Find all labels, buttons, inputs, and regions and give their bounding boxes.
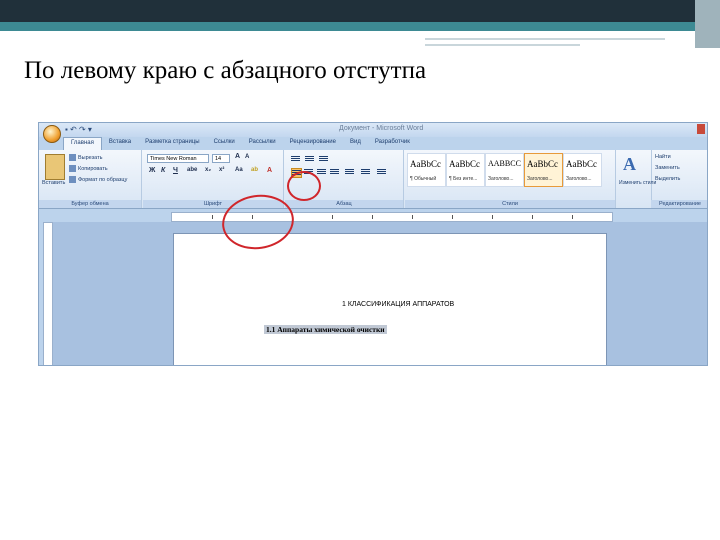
ribbon: Вставить Вырезать Копировать Формат по о… xyxy=(39,150,707,209)
title-bar: ▪ ↶ ↷ ▾ Документ - Microsoft Word xyxy=(39,123,707,137)
bullets-icon[interactable] xyxy=(291,155,300,163)
find-button[interactable]: Найти xyxy=(655,154,671,160)
change-styles-group: A Изменить стили xyxy=(617,150,656,208)
copy-button[interactable]: Копировать xyxy=(69,165,108,172)
font-size-select[interactable]: 14 xyxy=(212,154,230,163)
style-name: Заголово... xyxy=(566,176,592,182)
font-color-icon[interactable]: A xyxy=(267,167,272,174)
style-sample: AABBCC xyxy=(488,159,521,168)
paragraph-group-label: Абзац xyxy=(285,200,403,208)
style-sample: AaBbCc xyxy=(410,159,441,169)
style-no-spacing[interactable]: AaBbCc ¶ Без инте... xyxy=(446,153,485,187)
copy-label: Копировать xyxy=(78,165,108,172)
copy-icon xyxy=(69,165,76,172)
styles-group: AaBbCc ¶ Обычный AaBbCc ¶ Без инте... AA… xyxy=(405,150,616,208)
style-name: Заголово... xyxy=(527,176,553,182)
style-sample: AaBbCc xyxy=(449,159,480,169)
vertical-ruler[interactable] xyxy=(43,222,53,365)
superscript-icon[interactable]: x² xyxy=(219,167,224,173)
tab-insert[interactable]: Вставка xyxy=(102,137,138,150)
line-spacing-icon[interactable] xyxy=(345,168,354,176)
tab-references[interactable]: Ссылки xyxy=(207,137,242,150)
document-heading: 1 КЛАССИФИКАЦИЯ АППАРАТОВ xyxy=(342,301,455,308)
italic-icon[interactable]: К xyxy=(161,167,165,174)
shading-icon[interactable] xyxy=(361,168,370,176)
format-painter-button[interactable]: Формат по образцу xyxy=(69,176,127,183)
window-title: Документ - Microsoft Word xyxy=(339,125,424,132)
change-case-icon[interactable]: Aa xyxy=(235,167,243,173)
styles-group-label: Стили xyxy=(405,200,615,208)
paste-button[interactable]: Вставить xyxy=(42,180,65,186)
replace-button[interactable]: Заменить xyxy=(655,165,680,171)
editing-group: Найти Заменить Выделить Редактирование xyxy=(651,150,707,208)
scissors-icon xyxy=(69,154,76,161)
numbering-icon[interactable] xyxy=(305,155,314,163)
borders-icon[interactable] xyxy=(377,168,386,176)
word-screenshot: ▪ ↶ ↷ ▾ Документ - Microsoft Word Главна… xyxy=(38,122,708,366)
slide-deco-line xyxy=(425,38,665,40)
clipboard-group-label: Буфер обмена xyxy=(39,200,141,208)
style-name: ¶ Без инте... xyxy=(449,176,478,182)
multilevel-list-icon[interactable] xyxy=(319,155,328,163)
tab-mailings[interactable]: Рассылки xyxy=(242,137,283,150)
style-heading-2[interactable]: AaBbCc Заголово... xyxy=(524,153,563,187)
style-normal[interactable]: AaBbCc ¶ Обычный xyxy=(407,153,446,187)
brush-icon xyxy=(69,176,76,183)
document-subheading: 1.1 Аппараты химической очистки xyxy=(264,325,387,334)
slide-top-bar xyxy=(0,0,720,22)
strikethrough-icon[interactable]: abe xyxy=(187,167,197,173)
highlight-icon[interactable]: ab xyxy=(251,167,258,173)
bold-icon[interactable]: Ж xyxy=(149,167,155,174)
tab-developer[interactable]: Разработчик xyxy=(368,137,417,150)
underline-icon[interactable]: Ч xyxy=(173,167,178,174)
tab-home[interactable]: Главная xyxy=(63,137,102,151)
font-name-select[interactable]: Times New Roman xyxy=(147,154,209,163)
cut-label: Вырезать xyxy=(78,154,103,161)
style-sample: AaBbCc xyxy=(527,159,558,169)
style-heading-3[interactable]: AaBbCc Заголово... xyxy=(563,153,602,187)
shrink-font-button[interactable]: A xyxy=(245,154,249,160)
slide-accent-bar xyxy=(0,22,720,31)
format-painter-label: Формат по образцу xyxy=(78,176,128,183)
slide-deco-line xyxy=(425,44,580,46)
tab-view[interactable]: Вид xyxy=(343,137,368,150)
clipboard-group: Вставить Вырезать Копировать Формат по о… xyxy=(39,150,142,208)
tab-review[interactable]: Рецензирование xyxy=(283,137,343,150)
paste-icon[interactable] xyxy=(45,154,65,180)
style-sample: AaBbCc xyxy=(566,159,597,169)
select-button[interactable]: Выделить xyxy=(655,176,680,182)
align-button-annotation xyxy=(287,171,321,201)
justify-icon[interactable] xyxy=(330,168,339,176)
grow-font-button[interactable]: A xyxy=(235,153,240,160)
style-heading-1[interactable]: AABBCC Заголово... xyxy=(485,153,524,187)
align-right-icon[interactable] xyxy=(317,168,326,176)
slide-corner-block xyxy=(695,0,720,48)
tab-page-layout[interactable]: Разметка страницы xyxy=(138,137,206,150)
cut-button[interactable]: Вырезать xyxy=(69,154,102,161)
quick-access-toolbar[interactable]: ▪ ↶ ↷ ▾ xyxy=(65,125,92,134)
document-page[interactable]: 1 КЛАССИФИКАЦИЯ АППАРАТОВ 1.1 Аппараты х… xyxy=(173,233,607,365)
office-button-icon[interactable] xyxy=(43,125,61,143)
style-name: ¶ Обычный xyxy=(410,176,437,182)
style-name: Заголово... xyxy=(488,176,514,182)
subscript-icon[interactable]: x₂ xyxy=(205,167,211,173)
close-icon[interactable] xyxy=(697,124,705,134)
slide-title: По левому краю с абзацного отстутпа xyxy=(24,57,427,84)
ribbon-tabs: Главная Вставка Разметка страницы Ссылки… xyxy=(63,137,417,151)
editing-group-label: Редактирование xyxy=(651,200,707,208)
change-styles-icon[interactable]: A xyxy=(623,154,636,175)
